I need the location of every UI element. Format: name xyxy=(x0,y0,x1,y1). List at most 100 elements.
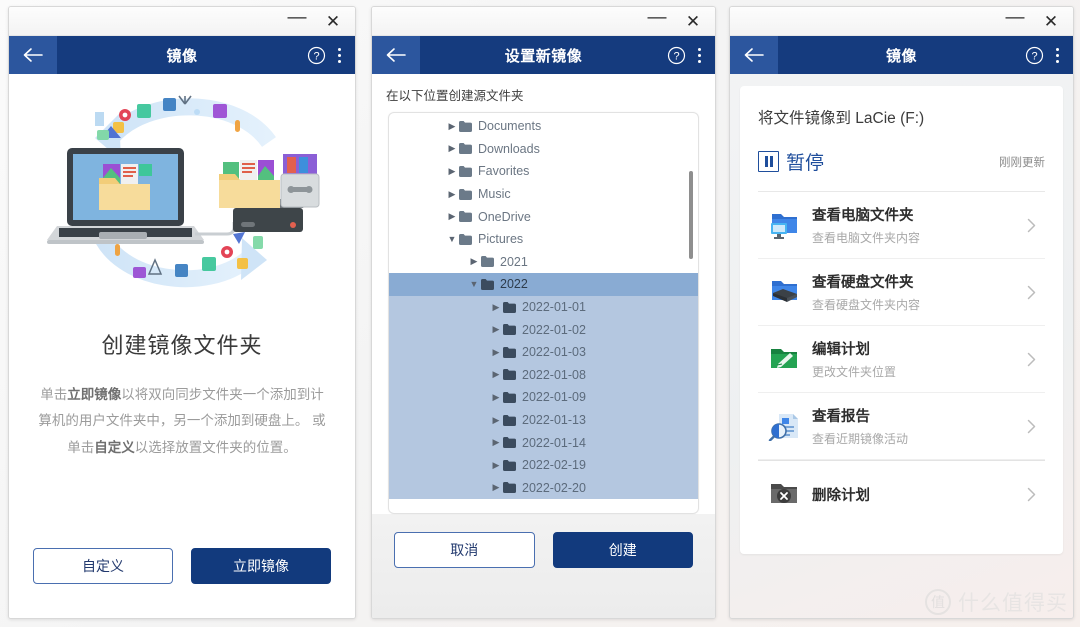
tree-item-label: 2022-01-13 xyxy=(522,413,586,428)
help-circle-icon[interactable]: ? xyxy=(303,40,329,70)
folder-icon xyxy=(459,233,472,245)
chevron-right-icon[interactable] xyxy=(1017,352,1045,367)
folder-icon xyxy=(459,165,472,177)
tree-item[interactable]: ▶ 2022-01-02 xyxy=(389,318,698,341)
list-item-title: 查看硬盘文件夹 xyxy=(812,275,914,291)
chevron-right-icon[interactable]: ▶ xyxy=(489,302,503,313)
tree-item[interactable]: ▶ 2022-01-13 xyxy=(389,408,698,432)
chevron-right-icon[interactable] xyxy=(1017,285,1045,300)
tree-item[interactable]: ▶ 2022-01-14 xyxy=(389,431,698,454)
chevron-right-icon[interactable]: ▶ xyxy=(489,437,503,448)
chevron-right-icon[interactable]: ▶ xyxy=(489,415,503,426)
appbar-actions-panel3: ? xyxy=(1021,40,1073,70)
chevron-right-icon[interactable]: ▶ xyxy=(445,211,459,222)
more-vertical-icon[interactable] xyxy=(1049,40,1065,70)
chevron-down-icon[interactable]: ▼ xyxy=(445,234,459,244)
tree-scrollbar-thumb[interactable] xyxy=(689,171,693,259)
last-updated-text: 刚刚更新 xyxy=(999,156,1045,169)
list-item-text: 编辑计划 更改文件夹位置 xyxy=(812,338,1017,380)
list-item-text: 查看硬盘文件夹 查看硬盘文件夹内容 xyxy=(812,271,1017,313)
list-item[interactable]: 查看电脑文件夹 查看电脑文件夹内容 xyxy=(758,192,1045,259)
tree-item[interactable]: ▶ OneDrive xyxy=(389,205,698,228)
tree-item[interactable]: ▼ 2022 xyxy=(389,273,698,296)
tree-scrollbar[interactable] xyxy=(688,116,694,510)
chevron-right-icon[interactable]: ▶ xyxy=(489,482,503,493)
appbar-panel1: 镜像 ? xyxy=(9,36,355,74)
folder-icon xyxy=(503,482,516,494)
chevron-right-icon[interactable]: ▶ xyxy=(489,347,503,358)
chevron-right-icon[interactable]: ▶ xyxy=(489,392,503,403)
folder-computer-icon xyxy=(758,210,812,240)
list-item[interactable]: 删除计划 xyxy=(758,460,1045,527)
cancel-button[interactable]: 取消 xyxy=(394,532,535,568)
back-arrow-icon[interactable] xyxy=(730,36,778,74)
tree-item[interactable]: ▼ Pictures xyxy=(389,228,698,251)
help-circle-icon[interactable]: ? xyxy=(1021,40,1047,70)
chevron-right-icon[interactable]: ▶ xyxy=(445,189,459,200)
minimize-button[interactable]: — xyxy=(279,8,315,35)
folder-tree: ▶ Documents ▶ Downloads ▶ Favorites ▶ Music… xyxy=(389,113,698,500)
tree-item[interactable]: ▶ 2022-01-09 xyxy=(389,386,698,409)
create-button[interactable]: 创建 xyxy=(552,532,693,568)
more-vertical-icon[interactable] xyxy=(331,40,347,70)
chevron-right-icon[interactable] xyxy=(1017,218,1045,233)
folder-tree-scroll[interactable]: ▶ Documents ▶ Downloads ▶ Favorites ▶ Music… xyxy=(389,113,698,513)
appbar-panel3: 镜像 ? xyxy=(730,36,1073,74)
page-description: 单击立即镜像以将双向同步文件夹一个添加到计算机的用户文件夹中，另一个添加到硬盘上… xyxy=(35,382,329,461)
folder-icon xyxy=(481,278,494,290)
chevron-right-icon[interactable]: ▶ xyxy=(445,166,459,177)
list-item-subtitle: 查看电脑文件夹内容 xyxy=(812,231,921,245)
mirror-now-button[interactable]: 立即镜像 xyxy=(191,548,331,584)
chevron-right-icon[interactable]: ▶ xyxy=(467,256,481,267)
tree-item[interactable]: ▶ Documents xyxy=(389,115,698,138)
chevron-right-icon[interactable]: ▶ xyxy=(445,143,459,154)
tree-item[interactable]: ▶ 2022-02-20 xyxy=(389,476,698,500)
report-search-icon xyxy=(758,411,812,441)
tree-item[interactable]: ▶ 2022-01-03 xyxy=(389,340,698,364)
folder-icon xyxy=(459,120,472,132)
list-item[interactable]: 查看硬盘文件夹 查看硬盘文件夹内容 xyxy=(758,259,1045,326)
tree-item-label: 2022-01-09 xyxy=(522,390,586,405)
panel2-body: 在以下位置创建源文件夹 ▶ Documents ▶ Downloads ▶ Favo… xyxy=(372,74,715,618)
page-heading: 创建镜像文件夹 xyxy=(101,333,263,358)
list-item[interactable]: 编辑计划 更改文件夹位置 xyxy=(758,326,1045,393)
pause-button-label[interactable]: 暂停 xyxy=(786,148,824,175)
folder-icon xyxy=(481,256,494,268)
chevron-right-icon[interactable] xyxy=(1017,487,1045,502)
more-vertical-icon[interactable] xyxy=(691,40,707,70)
list-item-text: 查看报告 查看近期镜像活动 xyxy=(812,405,1017,447)
tree-item[interactable]: ▶ 2022-01-08 xyxy=(389,363,698,387)
back-arrow-icon[interactable] xyxy=(9,36,57,74)
chevron-down-icon[interactable]: ▼ xyxy=(467,279,481,289)
list-item[interactable]: 查看报告 查看近期镜像活动 xyxy=(758,393,1045,460)
tree-item-label: 2022 xyxy=(500,277,528,292)
chevron-right-icon[interactable]: ▶ xyxy=(489,369,503,380)
close-button[interactable]: ✕ xyxy=(1033,8,1069,35)
list-item-text: 删除计划 xyxy=(812,484,1017,505)
folder-icon xyxy=(503,391,516,403)
tree-item[interactable]: ▶ Music xyxy=(389,183,698,206)
chevron-right-icon[interactable] xyxy=(1017,419,1045,434)
tree-item[interactable]: ▶ 2022-01-01 xyxy=(389,295,698,319)
help-circle-icon[interactable]: ? xyxy=(663,40,689,70)
chevron-right-icon[interactable]: ▶ xyxy=(489,324,503,335)
customize-button[interactable]: 自定义 xyxy=(33,548,173,584)
chevron-right-icon[interactable]: ▶ xyxy=(489,460,503,471)
close-button[interactable]: ✕ xyxy=(675,8,711,35)
titlebar-panel3: — ✕ xyxy=(730,7,1073,36)
tree-item[interactable]: ▶ Downloads xyxy=(389,138,698,161)
back-arrow-icon[interactable] xyxy=(372,36,420,74)
folder-icon xyxy=(503,459,516,471)
mirror-status-card: 将文件镜像到 LaCie (F:) 暂停 刚刚更新 查看电脑文件夹 查看电脑文件夹… xyxy=(740,86,1063,554)
tree-item-label: Downloads xyxy=(478,141,540,156)
tree-item[interactable]: ▶ 2021 xyxy=(389,251,698,274)
minimize-button[interactable]: — xyxy=(997,8,1033,35)
close-button[interactable]: ✕ xyxy=(315,8,351,35)
chevron-right-icon[interactable]: ▶ xyxy=(445,121,459,132)
sync-laptop-harddrive-illustration xyxy=(9,74,355,310)
tree-item[interactable]: ▶ Favorites xyxy=(389,160,698,183)
minimize-button[interactable]: — xyxy=(639,8,675,35)
pause-icon[interactable] xyxy=(758,151,779,172)
tree-item[interactable]: ▶ 2022-02-19 xyxy=(389,453,698,477)
folder-icon xyxy=(459,211,472,223)
